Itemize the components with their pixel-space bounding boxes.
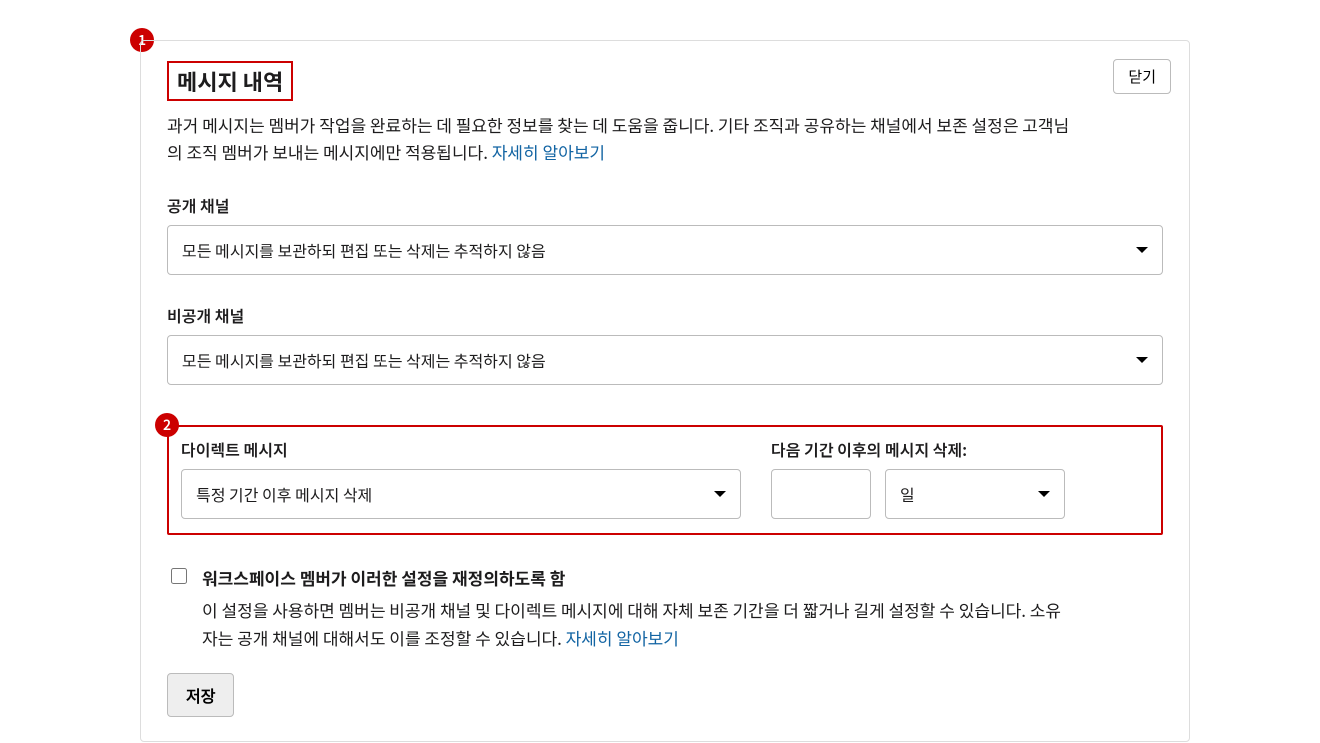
chevron-down-icon: [714, 491, 726, 497]
annotation-badge-2: 2: [155, 413, 179, 437]
description-text: 과거 메시지는 멤버가 작업을 완료하는 데 필요한 정보를 찾는 데 도움을 …: [167, 112, 1069, 164]
delete-after-label: 다음 기간 이후의 메시지 삭제:: [771, 437, 1149, 461]
delete-after-number-input[interactable]: [771, 469, 871, 519]
public-channel-label: 공개 채널: [167, 193, 1163, 217]
title-highlight-box: 메시지 내역: [167, 61, 293, 101]
message-history-panel: 닫기 메시지 내역 과거 메시지는 멤버가 작업을 완료하는 데 필요한 정보를…: [140, 40, 1190, 742]
close-button[interactable]: 닫기: [1113, 59, 1171, 94]
private-channel-selected-value: 모든 메시지를 보관하되 편집 또는 삭제는 추적하지 않음: [182, 348, 546, 372]
save-button[interactable]: 저장: [167, 673, 234, 717]
override-checkbox[interactable]: [171, 568, 187, 584]
public-channel-select[interactable]: 모든 메시지를 보관하되 편집 또는 삭제는 추적하지 않음: [167, 225, 1163, 275]
private-channel-label: 비공개 채널: [167, 303, 1163, 327]
direct-message-label: 다이렉트 메시지: [181, 437, 741, 461]
direct-message-highlight-box: 2 다이렉트 메시지 특정 기간 이후 메시지 삭제 다음 기간 이후의 메시지…: [167, 425, 1163, 535]
override-learn-more-link[interactable]: 자세히 알아보기: [566, 625, 679, 650]
chevron-down-icon: [1038, 491, 1050, 497]
delete-after-unit-value: 일: [900, 482, 915, 506]
delete-after-unit-select[interactable]: 일: [885, 469, 1065, 519]
override-checkbox-label: 워크스페이스 멤버가 이러한 설정을 재정의하도록 함: [202, 565, 1072, 590]
chevron-down-icon: [1136, 247, 1148, 253]
direct-message-select[interactable]: 특정 기간 이후 메시지 삭제: [181, 469, 741, 519]
learn-more-link[interactable]: 자세히 알아보기: [492, 139, 605, 164]
public-channel-field: 공개 채널 모든 메시지를 보관하되 편집 또는 삭제는 추적하지 않음: [167, 193, 1163, 275]
override-description: 이 설정을 사용하면 멤버는 비공개 채널 및 다이렉트 메시지에 대해 자체 …: [202, 596, 1072, 650]
override-setting-row: 워크스페이스 멤버가 이러한 설정을 재정의하도록 함 이 설정을 사용하면 멤…: [167, 565, 1163, 650]
section-title: 메시지 내역: [169, 63, 291, 99]
private-channel-field: 비공개 채널 모든 메시지를 보관하되 편집 또는 삭제는 추적하지 않음: [167, 303, 1163, 385]
chevron-down-icon: [1136, 357, 1148, 363]
section-description: 과거 메시지는 멤버가 작업을 완료하는 데 필요한 정보를 찾는 데 도움을 …: [167, 111, 1077, 165]
private-channel-select[interactable]: 모든 메시지를 보관하되 편집 또는 삭제는 추적하지 않음: [167, 335, 1163, 385]
public-channel-selected-value: 모든 메시지를 보관하되 편집 또는 삭제는 추적하지 않음: [182, 238, 546, 262]
direct-message-selected-value: 특정 기간 이후 메시지 삭제: [196, 482, 372, 506]
